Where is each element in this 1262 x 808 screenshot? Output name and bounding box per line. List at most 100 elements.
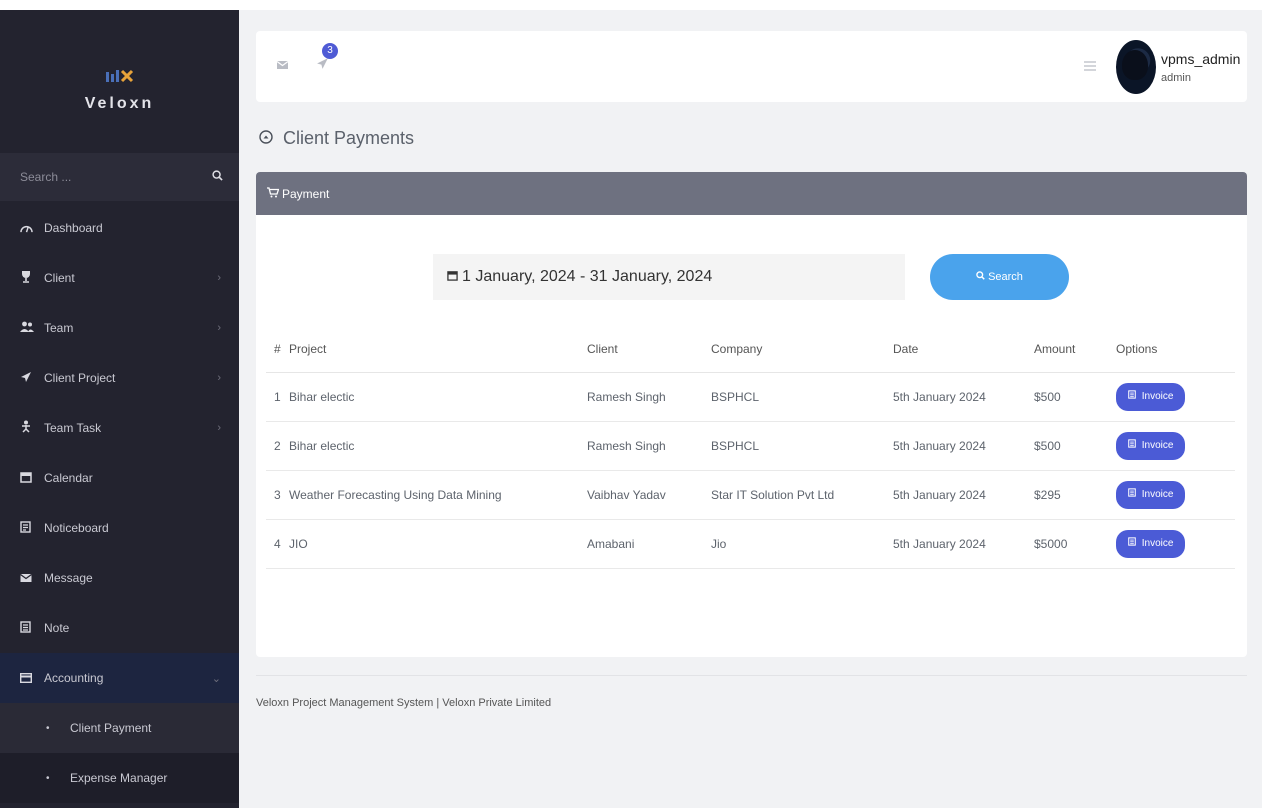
amount-cell: $295	[1034, 470, 1116, 520]
invoice-button-label: Invoice	[1141, 390, 1174, 402]
top-strip	[0, 0, 1262, 10]
sidebar-item-dashboard[interactable]: Dashboard	[0, 203, 239, 253]
footer-text: Veloxn Project Management System |	[256, 697, 443, 709]
send-icon[interactable]	[316, 57, 329, 73]
chevron-right-icon: ›	[217, 372, 221, 384]
bullet-icon: •	[46, 722, 50, 734]
search-button-label: Search	[988, 271, 1023, 283]
sidebar-subitem-client-payment[interactable]: • Client Payment	[0, 703, 239, 753]
footer-company-link[interactable]: Veloxn Private Limited	[442, 697, 551, 709]
sidebar-search	[0, 153, 239, 201]
column-header: Amount	[1034, 326, 1116, 373]
invoice-button[interactable]: Invoice	[1116, 382, 1186, 411]
row-number: 4	[266, 519, 289, 569]
invoice-button-label: Invoice	[1141, 439, 1174, 451]
sidebar-item-message[interactable]: Message	[0, 553, 239, 603]
client-cell: Ramesh Singh	[587, 421, 711, 471]
sidebar-item-team[interactable]: Team ›	[0, 303, 239, 353]
dashboard-icon	[20, 221, 44, 236]
note-icon	[20, 620, 44, 636]
brand-logo[interactable]	[0, 68, 239, 87]
amount-cell: $500	[1034, 421, 1116, 471]
sidebar-item-client[interactable]: Client ›	[0, 253, 239, 303]
column-header: Date	[893, 326, 1034, 373]
avatar[interactable]	[1116, 40, 1156, 94]
calendar-icon	[20, 471, 44, 486]
table-row: 2 Bihar electic Ramesh Singh BSPHCL 5th …	[266, 421, 1235, 471]
project-cell: Bihar electic	[289, 421, 587, 471]
column-header: #	[266, 326, 289, 373]
date-range-picker[interactable]: 1 January, 2024 - 31 January, 2024	[433, 254, 905, 300]
sidebar-item-label: Dashboard	[44, 221, 103, 235]
table-header-row: # Project Client Company Date Amount Opt…	[266, 326, 1235, 373]
payment-panel: Payment 1 January, 2024 - 31 January, 20…	[256, 172, 1247, 657]
row-number: 3	[266, 470, 289, 520]
users-icon	[20, 321, 44, 336]
brand-name: Veloxn	[84, 95, 155, 112]
project-cell: JIO	[289, 519, 587, 569]
brand: Veloxn	[0, 10, 239, 150]
bullet-icon: •	[46, 772, 50, 784]
sidebar-item-label: Client Project	[44, 371, 116, 385]
sidebar-item-calendar[interactable]: Calendar	[0, 453, 239, 503]
brand-logo-icon	[105, 69, 133, 83]
row-number: 2	[266, 421, 289, 471]
sidebar-item-client-project[interactable]: Client Project ›	[0, 353, 239, 403]
invoice-button-label: Invoice	[1141, 537, 1174, 549]
date-cell: 5th January 2024	[893, 372, 1034, 422]
options-cell: Invoice	[1116, 372, 1235, 422]
project-cell: Bihar electic	[289, 372, 587, 422]
noticeboard-icon	[20, 520, 44, 536]
column-header: Company	[711, 326, 893, 373]
sidebar-subitem-label: Client Payment	[70, 721, 152, 735]
amount-cell: $500	[1034, 372, 1116, 422]
company-cell: Jio	[711, 519, 893, 569]
sidebar-item-label: Message	[44, 571, 93, 585]
invoice-button[interactable]: Invoice	[1116, 431, 1186, 460]
chevron-down-icon: ⌄	[211, 672, 221, 685]
table-row: 4 JIO Amabani Jio 5th January 2024 $5000…	[266, 519, 1235, 569]
invoice-button[interactable]: Invoice	[1116, 529, 1186, 558]
notification-badge: 3	[322, 43, 338, 59]
calendar-icon	[447, 270, 458, 284]
company-cell: BSPHCL	[711, 421, 893, 471]
sidebar-item-label: Calendar	[44, 471, 93, 485]
payments-table: # Project Client Company Date Amount Opt…	[266, 326, 1235, 569]
amount-cell: $5000	[1034, 519, 1116, 569]
options-cell: Invoice	[1116, 470, 1235, 520]
document-icon	[1128, 438, 1136, 451]
page-title: Client Payments	[259, 128, 414, 149]
chevron-right-icon: ›	[217, 272, 221, 284]
panel-header: Payment	[256, 172, 1247, 215]
company-cell: BSPHCL	[711, 372, 893, 422]
footer: Veloxn Project Management System | Velox…	[256, 697, 551, 709]
task-icon	[20, 420, 44, 436]
panel-title: Payment	[282, 186, 330, 201]
mail-icon[interactable]	[276, 57, 289, 73]
sidebar-item-label: Team	[44, 321, 74, 335]
invoice-button[interactable]: Invoice	[1116, 480, 1186, 509]
sidebar-item-label: Accounting	[44, 671, 104, 685]
trophy-icon	[20, 270, 44, 286]
sidebar-item-noticeboard[interactable]: Noticeboard	[0, 503, 239, 553]
sidebar-item-team-task[interactable]: Team Task ›	[0, 403, 239, 453]
date-range-value: 1 January, 2024 - 31 January, 2024	[462, 268, 713, 285]
user-name[interactable]: vpms_admin	[1161, 51, 1240, 67]
client-cell: Ramesh Singh	[587, 372, 711, 422]
sidebar-subitem-expense-manager[interactable]: • Expense Manager	[0, 753, 239, 803]
sidebar-subitem-label: Expense Manager	[70, 771, 168, 785]
search-icon[interactable]	[212, 170, 223, 184]
menu-icon[interactable]	[1084, 58, 1096, 74]
options-cell: Invoice	[1116, 519, 1235, 569]
page-title-text: Client Payments	[283, 128, 415, 148]
sidebar-menu: Dashboard Client › Team › Client Project…	[0, 203, 239, 803]
accounting-submenu: • Client Payment • Expense Manager	[0, 703, 239, 803]
sidebar-item-accounting[interactable]: Accounting ⌄	[0, 653, 239, 703]
search-icon	[976, 271, 985, 283]
date-cell: 5th January 2024	[893, 470, 1034, 520]
search-button[interactable]: Search	[930, 254, 1069, 300]
client-cell: Amabani	[587, 519, 711, 569]
sidebar-search-input[interactable]	[20, 170, 212, 184]
sidebar-item-note[interactable]: Note	[0, 603, 239, 653]
project-cell: Weather Forecasting Using Data Mining	[289, 470, 587, 520]
